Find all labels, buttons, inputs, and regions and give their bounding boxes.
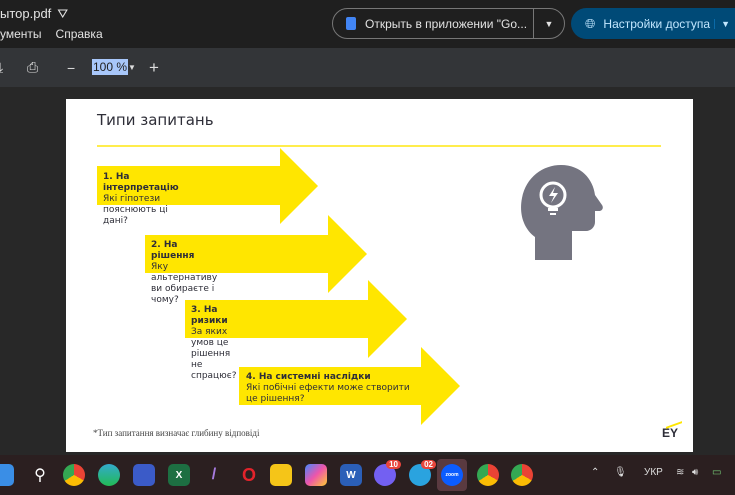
share-label: Настройки доступа <box>603 16 711 31</box>
volume-icon[interactable]: 🔊︎ <box>692 467 698 478</box>
arrow-text: За яких умов це рішення не спрацює? <box>191 327 237 381</box>
save-app-icon[interactable] <box>133 464 155 486</box>
share-dropdown-icon[interactable]: ▼ <box>714 18 735 29</box>
footnote: *Тип запитання визначає глибину відповід… <box>93 428 260 438</box>
start-icon[interactable] <box>0 464 14 486</box>
globe-icon: 🌐︎ <box>585 15 596 31</box>
opera-icon[interactable]: O <box>238 464 260 486</box>
telegram-badge: 02 <box>421 460 436 469</box>
taskbar: ⚲ X / O W 10 02 zoom ⌃ 🎙︎ УКР ≋ 🔊︎ ▭ <box>0 455 735 495</box>
open-with-dropdown-icon[interactable]: ▼ <box>534 19 564 29</box>
show-hidden-icons[interactable]: ⌃ <box>591 467 599 478</box>
menu-help[interactable]: Справка <box>56 27 103 41</box>
language-indicator[interactable]: УКР <box>644 467 663 478</box>
head-lightbulb-icon <box>521 165 603 260</box>
word-icon[interactable]: W <box>340 464 362 486</box>
file-explorer-icon[interactable] <box>270 464 292 486</box>
arrow-heading: 2. На рішення <box>151 240 195 261</box>
viber-icon[interactable]: 10 <box>374 460 401 486</box>
docs-icon <box>346 17 356 30</box>
zoom-icon: zoom <box>441 464 463 486</box>
ey-logo-text: EY <box>662 426 679 440</box>
viber-badge: 10 <box>386 460 401 469</box>
arrow-heading: 3. На ризики <box>191 305 228 326</box>
print-icon[interactable]: ⎙ <box>27 59 38 76</box>
zoom-input[interactable]: 100 % <box>92 59 129 75</box>
download-icon[interactable]: ⤓ <box>0 59 3 76</box>
open-with-button[interactable]: Открыть в приложении "Go... ▼ <box>332 8 565 39</box>
copilot-icon[interactable] <box>305 464 327 486</box>
telegram-icon[interactable]: 02 <box>409 460 436 486</box>
menu-tools[interactable]: ументы <box>0 27 42 41</box>
zoom-out-icon[interactable]: − <box>67 60 75 76</box>
arrow-heading: 4. На системні наслідки <box>246 372 371 382</box>
search-icon[interactable]: ⚲ <box>29 464 51 486</box>
app-header: ытор.pdf ⛛ ументы Справка Открыть в прило… <box>0 0 735 48</box>
file-name-text: ытор.pdf <box>0 6 52 21</box>
pdf-page: Типи запитань 1. На інтерпретацію Які гіп… <box>66 99 693 452</box>
open-with-label: Открыть в приложении "Go... <box>365 16 528 31</box>
excel-icon[interactable]: X <box>168 464 190 486</box>
title-underline <box>97 145 661 147</box>
arrow-text: Які побічні ефекти може створити це ріше… <box>246 383 410 404</box>
chrome-icon[interactable] <box>63 464 85 486</box>
battery-icon[interactable]: ▭ <box>712 467 721 478</box>
chrome-active-icon[interactable] <box>511 464 533 486</box>
add-to-drive-icon[interactable]: ⛛ <box>57 6 68 21</box>
zoom-dropdown-icon[interactable]: ▼ <box>128 63 136 72</box>
zoom-app-button[interactable]: zoom <box>437 459 467 491</box>
edge-icon[interactable] <box>98 464 120 486</box>
feather-icon[interactable]: / <box>203 464 225 486</box>
share-button[interactable]: 🌐︎ Настройки доступа ▼ <box>571 8 735 39</box>
pdf-toolbar: ⤓ ⎙ − 100 % ▼ + <box>0 48 735 87</box>
ey-logo: EY <box>662 421 682 440</box>
wifi-icon[interactable]: ≋ <box>676 467 684 478</box>
mic-icon[interactable]: 🎙︎ <box>614 467 627 478</box>
chrome-profile-icon[interactable] <box>477 464 499 486</box>
slide-title: Типи запитань <box>97 111 214 129</box>
menu-bar: ументы Справка <box>0 27 103 41</box>
zoom-in-icon[interactable]: + <box>149 58 159 78</box>
file-name[interactable]: ытор.pdf ⛛ <box>0 5 68 22</box>
arrow-heading: 1. На інтерпретацію <box>103 172 179 193</box>
